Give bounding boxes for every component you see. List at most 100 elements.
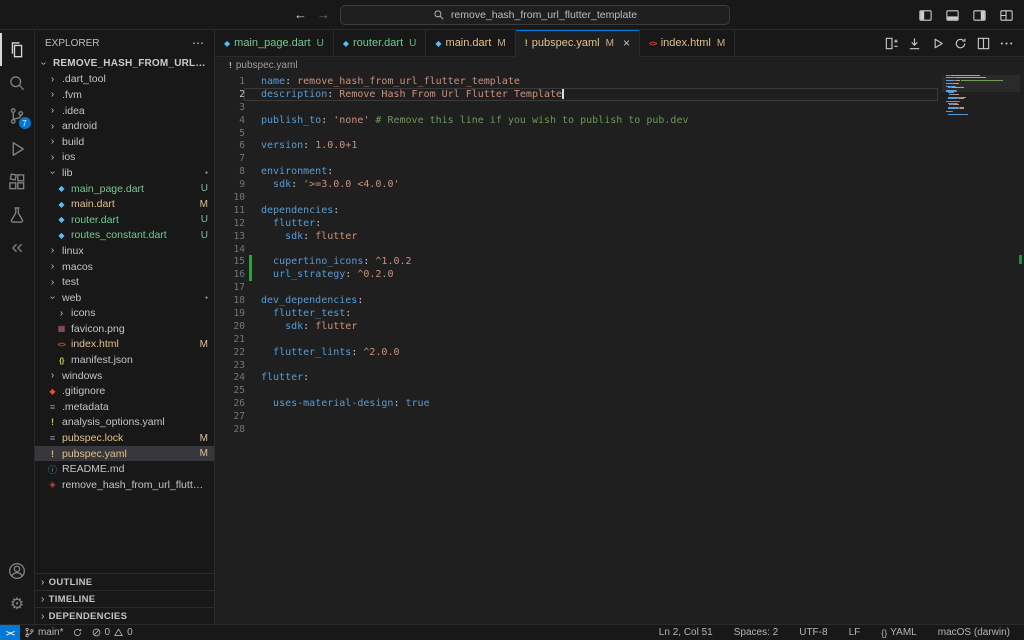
command-center-search[interactable]: remove_hash_from_url_flutter_template [340,5,730,25]
open-changes-icon[interactable] [881,32,901,54]
code-line[interactable]: 3 [215,101,1024,114]
line-number[interactable]: 14 [215,244,245,255]
tree-item[interactable]: ›REMOVE_HASH_FROM_URL_FLUTTER_... [35,56,214,72]
tree-item[interactable]: ◆main_page.dartU [35,181,214,197]
tab-index.html[interactable]: <>index.htmlM [640,30,735,56]
line-number[interactable]: 18 [215,295,245,306]
split-editor-icon[interactable] [973,32,993,54]
line-number[interactable]: 13 [215,231,245,242]
line-number[interactable]: 17 [215,282,245,293]
tree-item[interactable]: ›android [35,118,214,134]
language-status[interactable]: {} YAML [877,625,921,640]
run-and-debug-icon[interactable] [0,132,35,165]
tree-item[interactable]: ▦favicon.png [35,321,214,337]
code-line[interactable]: 12 flutter: [215,217,1024,230]
close-icon[interactable]: × [623,37,630,49]
tree-item[interactable]: ⓘREADME.md [35,461,214,477]
minimap[interactable] [946,75,1016,118]
code-line[interactable]: 15 cupertino_icons: ^1.0.2 [215,255,1024,268]
code-line[interactable]: 17 [215,281,1024,294]
more-actions-icon[interactable] [996,32,1016,54]
section-outline[interactable]: ›OUTLINE [35,573,214,590]
explorer-icon[interactable] [0,33,35,66]
os-status[interactable]: macOS (darwin) [934,625,1014,640]
line-number[interactable]: 6 [215,140,245,151]
line-number[interactable]: 12 [215,218,245,229]
tree-item[interactable]: ◆.gitignore [35,383,214,399]
code-line[interactable]: 6version: 1.0.0+1 [215,139,1024,152]
breadcrumb[interactable]: ! pubspec.yaml [215,57,1024,73]
code-line[interactable]: 26 uses-material-design: true [215,397,1024,410]
code-line[interactable]: 16 url_strategy: ^0.2.0 [215,268,1024,281]
section-dependencies[interactable]: ›DEPENDENCIES [35,607,214,624]
toggle-panel-icon[interactable] [945,8,960,23]
line-number[interactable]: 11 [215,205,245,216]
code-line[interactable]: 9 sdk: '>=3.0.0 <4.0.0' [215,178,1024,191]
tree-item[interactable]: !pubspec.yamlM [35,446,214,462]
code-line[interactable]: 23 [215,359,1024,372]
line-number[interactable]: 16 [215,269,245,280]
run-icon[interactable] [927,32,947,54]
line-number[interactable]: 26 [215,398,245,409]
extensions-icon[interactable] [0,165,35,198]
indentation-status[interactable]: Spaces: 2 [730,625,782,640]
tree-item[interactable]: ◆routes_constant.dartU [35,228,214,244]
line-number[interactable]: 9 [215,179,245,190]
tree-item[interactable]: ›.fvm [35,87,214,103]
tree-item[interactable]: ›.dart_tool [35,72,214,88]
testing-icon[interactable] [0,198,35,231]
code-line[interactable]: 1name: remove_hash_from_url_flutter_temp… [215,75,1024,88]
code-line[interactable]: 13 sdk: flutter [215,230,1024,243]
tab-main.dart[interactable]: ◆main.dartM [426,30,515,56]
section-timeline[interactable]: ›TIMELINE [35,590,214,607]
line-number[interactable]: 21 [215,334,245,345]
tree-item[interactable]: ›test [35,274,214,290]
search-icon[interactable] [0,66,35,99]
code-line[interactable]: 18dev_dependencies: [215,294,1024,307]
toggle-primary-sidebar-icon[interactable] [918,8,933,23]
line-number[interactable]: 10 [215,192,245,203]
settings-icon[interactable]: ⚙ [0,587,35,620]
tab-main_page.dart[interactable]: ◆main_page.dartU [215,30,334,56]
sync-button[interactable] [68,625,87,640]
download-icon[interactable] [904,32,924,54]
line-number[interactable]: 23 [215,360,245,371]
code-line[interactable]: 4publish_to: 'none' # Remove this line i… [215,114,1024,127]
code-line[interactable]: 22 flutter_lints: ^2.0.0 [215,346,1024,359]
tree-item[interactable]: ≡.metadata [35,399,214,415]
code-line[interactable]: 28 [215,423,1024,436]
tree-item[interactable]: ›lib● [35,165,214,181]
code-line[interactable]: 2description: Remove Hash From Url Flutt… [215,88,1024,101]
tree-item[interactable]: ›build [35,134,214,150]
more-actions-icon[interactable]: ⋯ [192,36,204,50]
code-line[interactable]: 5 [215,127,1024,140]
line-number[interactable]: 15 [215,256,245,267]
code-line[interactable]: 19 flutter_test: [215,307,1024,320]
tree-item[interactable]: ›linux [35,243,214,259]
source-control-icon[interactable]: 7 [0,99,35,132]
back-icon[interactable]: ← [294,7,307,22]
tree-item[interactable]: ›ios [35,150,214,166]
tree-item[interactable]: !analysis_options.yaml [35,415,214,431]
line-number[interactable]: 2 [215,89,245,100]
tree-item[interactable]: ›windows [35,368,214,384]
line-number[interactable]: 4 [215,115,245,126]
tree-item[interactable]: ◆main.dartM [35,196,214,212]
accounts-icon[interactable] [0,554,35,587]
line-number[interactable]: 3 [215,102,245,113]
eol-status[interactable]: LF [845,625,865,640]
line-number[interactable]: 24 [215,372,245,383]
tree-item[interactable]: ›web● [35,290,214,306]
code-line[interactable]: 11dependencies: [215,204,1024,217]
line-number[interactable]: 25 [215,385,245,396]
tree-item[interactable]: ›macos [35,259,214,275]
remote-indicator[interactable]: >< [0,625,20,640]
line-number[interactable]: 28 [215,424,245,435]
line-number[interactable]: 19 [215,308,245,319]
refresh-icon[interactable] [950,32,970,54]
code-line[interactable]: 10 [215,191,1024,204]
line-number[interactable]: 7 [215,153,245,164]
minimap-slider[interactable] [942,75,1020,92]
code-editor[interactable]: 1name: remove_hash_from_url_flutter_temp… [215,73,1024,624]
line-number[interactable]: 22 [215,347,245,358]
